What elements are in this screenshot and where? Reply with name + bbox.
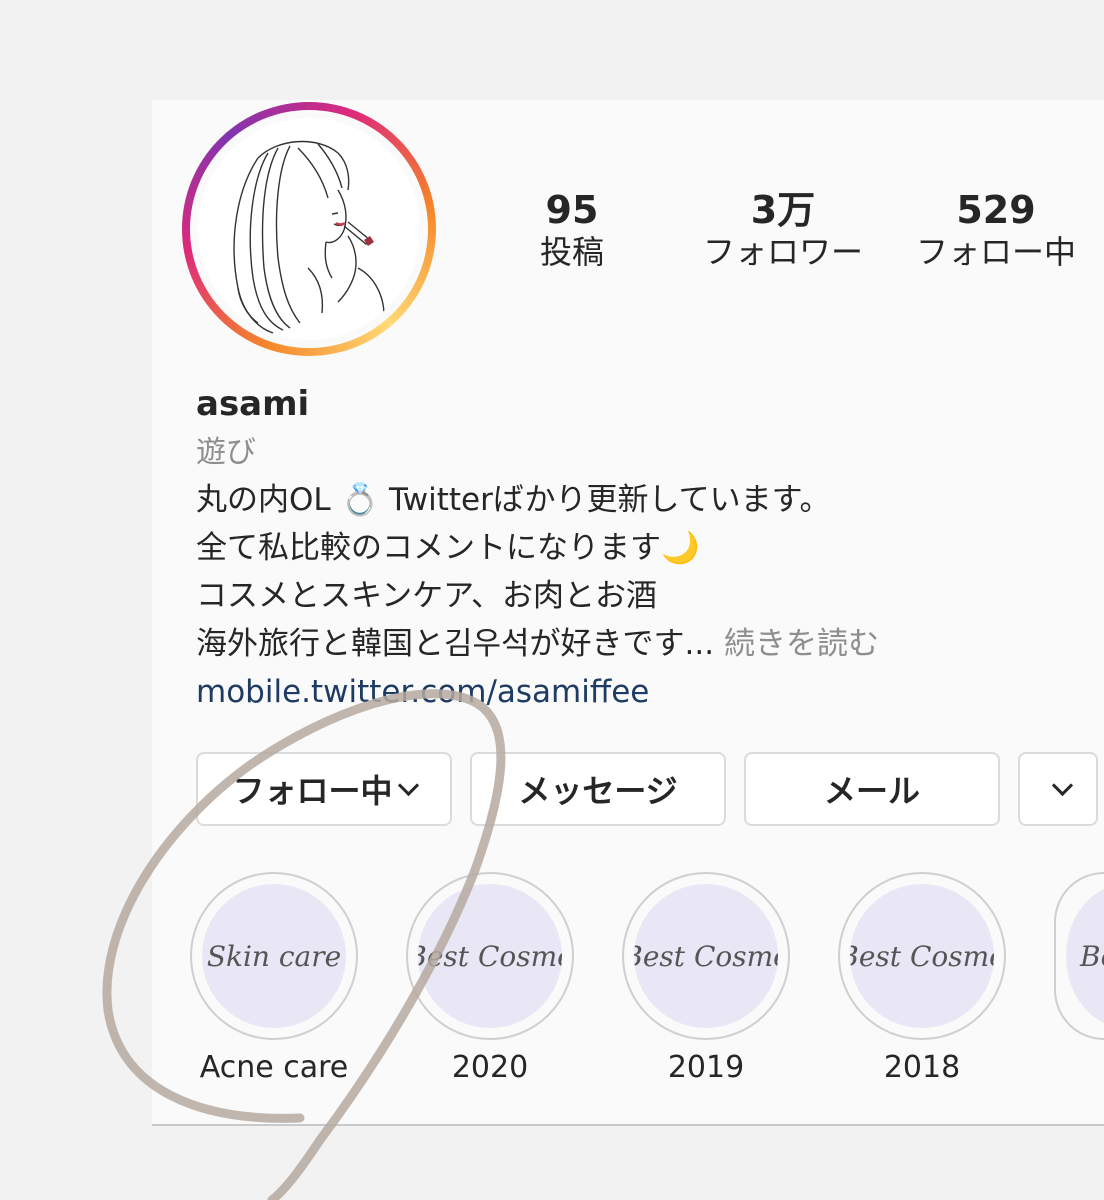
highlight-cover: Best Cosme — [850, 884, 994, 1028]
message-button-label: メッセージ — [518, 772, 678, 810]
followers-label: フォロワー — [702, 233, 863, 271]
avatar-illustration-icon — [233, 140, 385, 334]
highlight-partial[interactable]: Bes — [1054, 872, 1104, 1040]
avatar-border — [190, 110, 428, 348]
bio-line-4-row: 海外旅行と韓国と김우석が好きです... 続きを読む — [196, 622, 879, 666]
highlight-label: 2018 — [883, 1050, 961, 1085]
highlight-cover: Bes — [1066, 884, 1104, 1028]
profile-username: asami — [196, 384, 310, 424]
highlight-2020[interactable]: Best Cosme — [406, 872, 574, 1040]
suggested-accounts-button[interactable] — [1018, 752, 1098, 826]
avatar[interactable] — [198, 118, 420, 340]
message-button[interactable]: メッセージ — [470, 752, 726, 826]
highlight-label: Acne care — [199, 1050, 349, 1085]
highlight-label: 2020 — [451, 1050, 529, 1085]
profile-category: 遊び — [196, 435, 256, 470]
highlight-acne-care[interactable]: Skin care — [190, 872, 358, 1040]
posts-label: 投稿 — [539, 233, 604, 271]
chevron-down-icon — [397, 774, 419, 796]
bio-line-1: 丸の内OL 💍 Twitterばかり更新しています。 — [196, 482, 831, 518]
mail-button-label: メール — [823, 772, 920, 810]
bio-line-4: 海外旅行と韓国と김우석が好きです... — [196, 626, 715, 662]
following-count: 529 — [956, 188, 1036, 232]
bio-line-2: 全て私比較のコメントになります🌙 — [196, 530, 700, 566]
followers-count: 3万 — [750, 188, 816, 232]
following-button-label: フォロー中 — [232, 772, 393, 810]
highlight-cover: Skin care — [202, 884, 346, 1028]
posts-stat[interactable]: 95 投稿 — [522, 188, 622, 272]
following-stat[interactable]: 529 フォロー中 — [904, 188, 1088, 272]
posts-count: 95 — [545, 188, 599, 232]
followers-stat[interactable]: 3万 フォロワー — [690, 188, 876, 272]
story-ring[interactable] — [182, 102, 436, 356]
highlight-cover: Best Cosme — [634, 884, 778, 1028]
following-button[interactable]: フォロー中 — [196, 752, 452, 826]
following-label: フォロー中 — [915, 233, 1076, 271]
mail-button[interactable]: メール — [744, 752, 1000, 826]
highlight-2018[interactable]: Best Cosme — [838, 872, 1006, 1040]
read-more-link[interactable]: 続きを読む — [724, 626, 879, 662]
highlight-label: 2019 — [667, 1050, 745, 1085]
chevron-down-icon — [1051, 774, 1073, 796]
highlight-2019[interactable]: Best Cosme — [622, 872, 790, 1040]
bio-line-3: コスメとスキンケア、お肉とお酒 — [196, 578, 657, 614]
highlight-cover: Best Cosme — [418, 884, 562, 1028]
profile-website-link[interactable]: mobile.twitter.com/asamiffee — [196, 670, 649, 714]
